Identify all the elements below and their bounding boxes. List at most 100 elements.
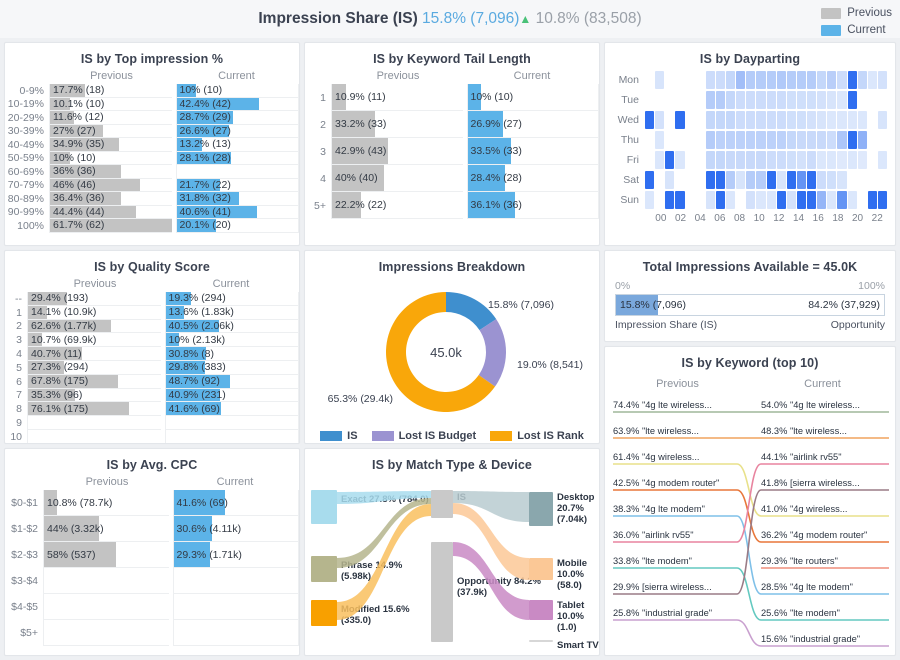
heatmap-cell[interactable] bbox=[776, 111, 786, 129]
table-row[interactable]: 10 bbox=[5, 429, 299, 443]
slope-label-previous[interactable]: 33.8% "lte modem" bbox=[613, 556, 692, 566]
heatmap-cell[interactable] bbox=[665, 151, 675, 169]
table-row[interactable]: 3 42.9% (43) 33.5% (33) bbox=[305, 138, 599, 165]
heatmap-cell[interactable] bbox=[878, 131, 887, 149]
heatmap-cell[interactable] bbox=[868, 111, 877, 129]
heatmap-cell[interactable] bbox=[736, 131, 746, 149]
table-row[interactable]: 3 10.7% (69.9k) 10% (2.13k) bbox=[5, 333, 299, 348]
heatmap-cell[interactable] bbox=[756, 131, 766, 149]
legend-item[interactable]: Lost IS Budget bbox=[371, 430, 476, 442]
heatmap-cell[interactable] bbox=[807, 71, 817, 89]
table-row[interactable]: $0-$1 10.8% (78.7k) 41.6% (69) bbox=[5, 490, 299, 516]
heatmap-cell[interactable] bbox=[655, 91, 664, 109]
heatmap-cell[interactable] bbox=[786, 111, 796, 129]
heatmap-cell[interactable] bbox=[847, 91, 857, 109]
heatmap-cell[interactable] bbox=[665, 171, 675, 189]
heatmap-cell[interactable] bbox=[736, 111, 746, 129]
heatmap-cell[interactable] bbox=[655, 191, 664, 209]
heatmap-cell[interactable] bbox=[675, 171, 684, 189]
slope-label-previous[interactable]: 38.3% "4g lte modem" bbox=[613, 504, 705, 514]
heatmap-cell[interactable] bbox=[756, 191, 766, 209]
heatmap-cell[interactable] bbox=[776, 91, 786, 109]
heatmap-cell[interactable] bbox=[736, 191, 745, 209]
table-row[interactable]: $5+ bbox=[5, 620, 299, 646]
heatmap-cell[interactable] bbox=[807, 131, 817, 149]
heatmap-cell[interactable] bbox=[645, 151, 654, 169]
table-row[interactable]: 30-39% 27% (27) 26.6% (27) bbox=[5, 124, 299, 138]
heatmap-cell[interactable] bbox=[837, 171, 847, 189]
heatmap-cell[interactable] bbox=[645, 131, 654, 149]
heatmap-cell[interactable] bbox=[827, 171, 837, 189]
heatmap-cell[interactable] bbox=[675, 91, 684, 109]
heatmap-cell[interactable] bbox=[868, 171, 877, 189]
heatmap-cell[interactable] bbox=[696, 111, 705, 129]
heatmap-cell[interactable] bbox=[837, 71, 847, 89]
heatmap-cell[interactable] bbox=[726, 171, 736, 189]
heatmap-cell[interactable] bbox=[776, 191, 786, 209]
table-row[interactable]: 4 40% (40) 28.4% (28) bbox=[305, 165, 599, 192]
heatmap-cell[interactable] bbox=[726, 91, 736, 109]
heatmap-cell[interactable] bbox=[686, 91, 695, 109]
heatmap-cell[interactable] bbox=[686, 151, 695, 169]
heatmap-cell[interactable] bbox=[705, 111, 715, 129]
heatmap-cell[interactable] bbox=[837, 91, 847, 109]
heatmap-cell[interactable] bbox=[878, 171, 887, 189]
heatmap-cell[interactable] bbox=[827, 111, 837, 129]
heatmap-cell[interactable] bbox=[686, 171, 695, 189]
heatmap-cell[interactable] bbox=[827, 191, 837, 209]
heatmap-cell[interactable] bbox=[827, 151, 837, 169]
heatmap-cell[interactable] bbox=[786, 131, 796, 149]
sankey-node-left[interactable] bbox=[311, 600, 337, 626]
sankey-node-left[interactable] bbox=[311, 490, 337, 524]
heatmap-cell[interactable] bbox=[848, 171, 857, 189]
heatmap-cell[interactable] bbox=[847, 71, 857, 89]
heatmap-cell[interactable] bbox=[766, 131, 776, 149]
heatmap-cell[interactable] bbox=[796, 71, 806, 89]
heatmap-cell[interactable] bbox=[877, 191, 887, 209]
heatmap-cell[interactable] bbox=[868, 91, 877, 109]
sankey-node-right[interactable] bbox=[529, 492, 553, 526]
heatmap-cell[interactable] bbox=[817, 131, 827, 149]
table-row[interactable]: 4 40.7% (11) 30.8% (8) bbox=[5, 347, 299, 361]
heatmap-cell[interactable] bbox=[696, 71, 705, 89]
heatmap-cell[interactable] bbox=[847, 151, 857, 169]
table-row[interactable]: $1-$2 44% (3.32k) 30.6% (4.11k) bbox=[5, 516, 299, 542]
heatmap-cell[interactable] bbox=[847, 191, 857, 209]
slope-label-previous[interactable]: 63.9% "lte wireless... bbox=[613, 426, 699, 436]
heatmap-cell[interactable] bbox=[837, 111, 847, 129]
table-row[interactable]: -- 29.4% (193) 19.3% (294) bbox=[5, 292, 299, 306]
heatmap-cell[interactable] bbox=[705, 171, 715, 189]
heatmap-cell[interactable] bbox=[817, 71, 827, 89]
heatmap-cell[interactable] bbox=[655, 71, 665, 89]
heatmap-cell[interactable] bbox=[696, 131, 705, 149]
heatmap-cell[interactable] bbox=[756, 91, 766, 109]
slope-label-current[interactable]: 25.6% "lte modem" bbox=[761, 608, 840, 618]
heatmap-cell[interactable] bbox=[847, 111, 857, 129]
heatmap-cell[interactable] bbox=[837, 151, 847, 169]
heatmap-cell[interactable] bbox=[796, 191, 806, 209]
sankey-node-is[interactable] bbox=[431, 490, 453, 518]
heatmap-cell[interactable] bbox=[786, 91, 796, 109]
heatmap-cell[interactable] bbox=[837, 191, 847, 209]
heatmap-cell[interactable] bbox=[817, 151, 827, 169]
heatmap-cell[interactable] bbox=[837, 131, 847, 149]
heatmap-cell[interactable] bbox=[746, 191, 756, 209]
heatmap-cell[interactable] bbox=[766, 151, 776, 169]
table-row[interactable]: 5+ 22.2% (22) 36.1% (36) bbox=[305, 192, 599, 219]
heatmap-cell[interactable] bbox=[807, 91, 817, 109]
progress-bar[interactable]: 15.8% (7,096) 84.2% (37,929) bbox=[615, 294, 885, 316]
heatmap-cell[interactable] bbox=[766, 71, 776, 89]
heatmap-cell[interactable] bbox=[807, 111, 817, 129]
sankey-node-right[interactable] bbox=[529, 558, 553, 580]
table-row[interactable]: 5 27.3% (294) 29.8% (383) bbox=[5, 360, 299, 375]
heatmap-cell[interactable] bbox=[746, 71, 756, 89]
heatmap-cell[interactable] bbox=[766, 191, 776, 209]
table-row[interactable]: 100% 61.7% (62) 20.1% (20) bbox=[5, 219, 299, 233]
heatmap-cell[interactable] bbox=[857, 131, 867, 149]
slope-label-current[interactable]: 28.5% "4g lte modem" bbox=[761, 582, 853, 592]
heatmap-cell[interactable] bbox=[867, 191, 877, 209]
heatmap-cell[interactable] bbox=[715, 171, 725, 189]
heatmap-cell[interactable] bbox=[746, 111, 756, 129]
heatmap-cell[interactable] bbox=[756, 71, 766, 89]
legend-item-previous[interactable]: Previous bbox=[821, 6, 892, 20]
